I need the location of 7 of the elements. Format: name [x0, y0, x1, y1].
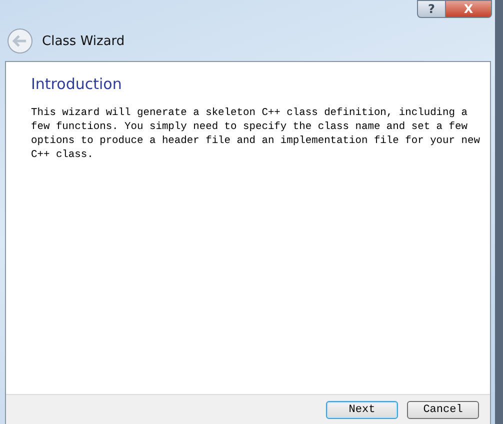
wizard-button[interactable]: Next — [326, 401, 398, 419]
wizard-button[interactable]: Cancel — [407, 401, 479, 419]
back-button[interactable] — [7, 28, 33, 54]
help-button[interactable]: ? — [417, 0, 446, 18]
page-heading: Introduction — [31, 75, 123, 93]
intro-text: This wizard will generate a skeleton C++ class definition, including a few functions. You simply need to specify the class name and set a few options to produce a header file and an implementation file for your new C++ class. — [31, 106, 480, 162]
window-title: Class Wizard — [42, 34, 125, 48]
